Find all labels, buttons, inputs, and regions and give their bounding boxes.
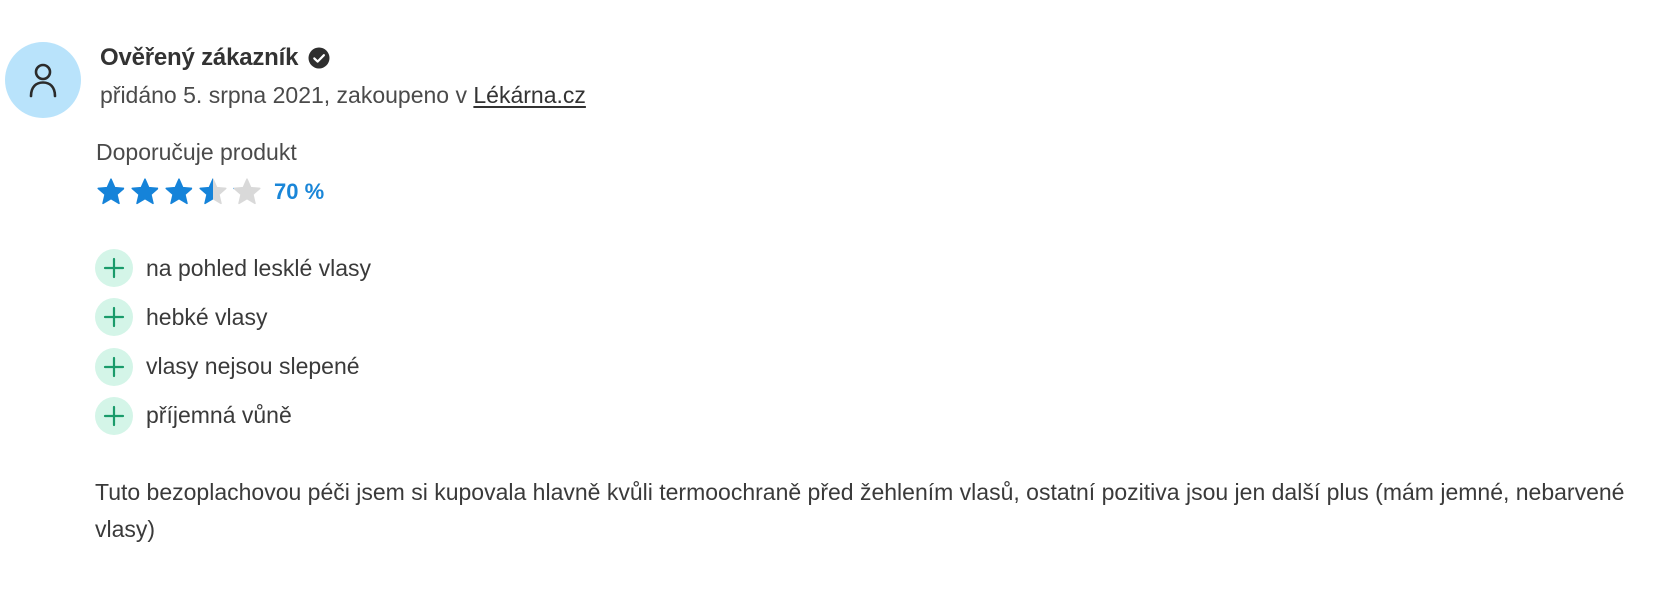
star-icon — [233, 178, 261, 205]
pro-item: na pohled lesklé vlasy — [95, 249, 371, 287]
verified-check-icon — [308, 47, 330, 69]
rating: 70 % — [96, 177, 324, 207]
review-text: Tuto bezoplachovou péči jsem si kupovala… — [95, 479, 1625, 542]
pro-item: hebké vlasy — [95, 298, 371, 337]
pro-text: příjemná vůně — [146, 402, 292, 429]
star-rating — [96, 177, 262, 207]
author-row: Ověřený zákazník — [100, 44, 330, 72]
rating-percent: 70 % — [274, 179, 325, 204]
user-icon — [29, 63, 57, 98]
pro-text: vlasy nejsou slepené — [146, 353, 360, 380]
author-name: Ověřený zákazník — [100, 44, 299, 71]
plus-icon — [95, 298, 133, 337]
star-icon — [97, 178, 125, 205]
plus-icon — [95, 249, 133, 287]
review-meta: přidáno 5. srpna 2021, zakoupeno v Lékár… — [100, 82, 586, 109]
pros-list: na pohled lesklé vlasy hebké vlasy vlasy n… — [95, 249, 371, 446]
star-icon — [199, 178, 227, 205]
star-icon — [131, 178, 159, 205]
plus-icon — [95, 347, 133, 386]
store-link[interactable]: Lékárna.cz — [473, 82, 586, 108]
pro-item: vlasy nejsou slepené — [95, 347, 371, 386]
avatar — [5, 42, 81, 118]
pro-text: hebké vlasy — [146, 303, 268, 330]
pro-text: na pohled lesklé vlasy — [146, 254, 372, 281]
review-date-text: přidáno 5. srpna 2021, zakoupeno v — [100, 82, 474, 108]
recommend-label: Doporučuje produkt — [96, 139, 297, 165]
plus-icon — [95, 396, 133, 435]
review-card: Ověřený zákazník přidáno 5. srpna 2021, … — [0, 0, 1678, 610]
star-icon — [165, 178, 193, 205]
pro-item: příjemná vůně — [95, 396, 371, 435]
